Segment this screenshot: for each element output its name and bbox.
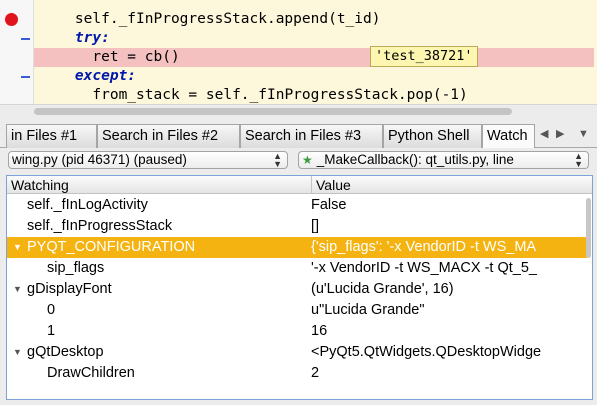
tab-search-in-files-1[interactable]: in Files #1 <box>6 124 97 148</box>
tool-tab-strip: in Files #1 Search in Files #2 Search in… <box>0 122 597 148</box>
column-header-value[interactable]: Value <box>312 176 351 194</box>
row-name: self._fInProgressStack <box>27 218 173 234</box>
process-select[interactable]: wing.py (pid 46371) (paused) ▲ ▼ <box>8 151 288 169</box>
row-value: '-x VendorID -t WS_MACX -t Qt_5_ <box>311 260 537 276</box>
row-name: sip_flags <box>47 260 105 276</box>
code-line[interactable]: try: <box>34 29 594 48</box>
code-text: ret = cb() <box>92 49 180 65</box>
code-text: self._fInProgressStack.append(t_id) <box>74 11 381 27</box>
updown-arrows-icon: ▲ ▼ <box>574 151 583 169</box>
row-name: PYQT_CONFIGURATION <box>27 239 196 255</box>
row-value: 16 <box>311 323 328 339</box>
tab-scroll-right-icon[interactable]: ▶ <box>556 127 564 140</box>
table-row[interactable]: 0 u"Lucida Grande" <box>7 300 587 321</box>
row-value: 2 <box>311 365 320 381</box>
code-line-current[interactable]: ret = cb() <box>34 48 594 67</box>
row-value: u"Lucida Grande" <box>311 302 425 318</box>
tab-search-in-files-2[interactable]: Search in Files #2 <box>97 124 240 148</box>
code-keyword: try: <box>74 30 110 46</box>
editor-gutter[interactable] <box>0 0 34 104</box>
row-name: gDisplayFont <box>27 281 112 297</box>
row-value: (u'Lucida Grande', 16) <box>311 281 454 297</box>
watch-vertical-scrollbar[interactable] <box>585 194 592 399</box>
row-name: 0 <box>47 302 56 318</box>
gutter-row <box>0 10 34 29</box>
gutter-row <box>0 67 34 86</box>
code-text: from_stack = self._fInProgressStack.pop(… <box>92 87 468 103</box>
stack-frame-select-value: _MakeCallback(): qt_utils.py, line <box>316 152 514 167</box>
expand-triangle-down-icon[interactable]: ▼ <box>13 237 22 258</box>
stack-frame-select[interactable]: ★ _MakeCallback(): qt_utils.py, line ▲ ▼ <box>298 151 589 169</box>
editor-horizontal-scrollbar[interactable] <box>0 104 597 118</box>
code-line[interactable]: self._fInProgressStack.append(t_id) <box>34 10 594 29</box>
row-value: False <box>311 197 347 213</box>
fold-collapse-icon[interactable] <box>21 38 30 40</box>
table-row-selected[interactable]: ▼ PYQT_CONFIGURATION {'sip_flags': '-x V… <box>7 237 587 258</box>
row-name: 1 <box>47 323 56 339</box>
column-header-watching[interactable]: Watching <box>7 176 69 194</box>
code-line[interactable]: except: <box>34 67 594 86</box>
updown-arrows-icon: ▲ ▼ <box>273 151 282 169</box>
code-keyword: except: <box>74 68 137 84</box>
row-value: {'sip_flags': '-x VendorID -t WS_MA <box>311 239 537 255</box>
gutter-row <box>0 29 34 48</box>
row-name: DrawChildren <box>47 365 135 381</box>
table-row[interactable]: ▼ gDisplayFont (u'Lucida Grande', 16) <box>7 279 587 300</box>
table-row[interactable]: self._fInProgressStack [] <box>7 216 587 237</box>
row-name: self._fInLogActivity <box>27 197 148 213</box>
code-editor[interactable]: self._fInProgressStack.append(t_id) try:… <box>0 0 597 104</box>
scrollbar-thumb[interactable] <box>34 108 512 115</box>
tab-watch[interactable]: Watch <box>482 124 535 148</box>
row-value: [] <box>311 218 320 234</box>
watch-table[interactable]: Watching Value self._fInLogActivity Fals… <box>6 175 593 400</box>
expand-triangle-down-icon[interactable]: ▼ <box>13 279 22 300</box>
table-row[interactable]: ▼ gQtDesktop <PyQt5.QtWidgets.QDesktopWi… <box>7 342 587 363</box>
row-name: gQtDesktop <box>27 344 104 360</box>
row-value: <PyQt5.QtWidgets.QDesktopWidge <box>311 344 542 360</box>
table-row[interactable]: self._fInLogActivity False <box>7 195 587 216</box>
watch-table-header: Watching Value <box>7 176 592 194</box>
table-row[interactable]: 1 16 <box>7 321 587 342</box>
fold-collapse-icon[interactable] <box>21 76 30 78</box>
table-row[interactable]: DrawChildren 2 <box>7 363 587 384</box>
scrollbar-thumb[interactable] <box>586 198 591 258</box>
expand-triangle-down-icon[interactable]: ▼ <box>13 342 22 363</box>
code-line[interactable]: from_stack = self._fInProgressStack.pop(… <box>34 86 594 104</box>
breakpoint-icon[interactable] <box>5 13 18 26</box>
tab-scroll-left-icon[interactable]: ◀ <box>540 127 548 140</box>
tab-options-chevron-down-icon[interactable]: ▼ <box>578 128 589 140</box>
value-tooltip: 'test_38721' <box>370 46 478 67</box>
frame-star-icon: ★ <box>302 153 313 167</box>
tab-python-shell[interactable]: Python Shell <box>383 124 482 148</box>
process-select-value: wing.py (pid 46371) (paused) <box>12 152 187 167</box>
table-row[interactable]: sip_flags '-x VendorID -t WS_MACX -t Qt_… <box>7 258 587 279</box>
tab-search-in-files-3[interactable]: Search in Files #3 <box>240 124 383 148</box>
